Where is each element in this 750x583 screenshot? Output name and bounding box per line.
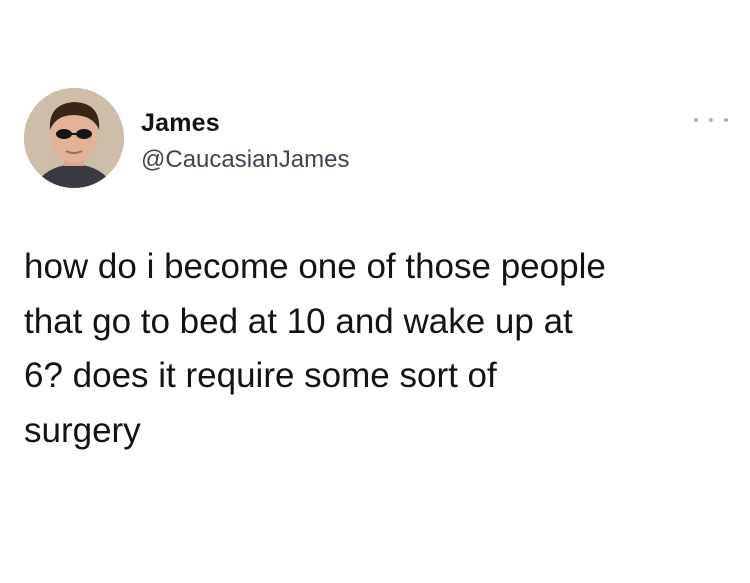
dot [724, 118, 728, 122]
display-name[interactable]: James [141, 108, 220, 138]
avatar[interactable] [24, 88, 124, 188]
dot [709, 118, 713, 122]
user-handle[interactable]: @CaucasianJames [141, 145, 349, 175]
tweet-card: James @CaucasianJames how do i become on… [0, 0, 750, 583]
profile-photo-icon [24, 88, 124, 188]
dot [694, 118, 698, 122]
more-options-icon[interactable] [694, 112, 728, 128]
tweet-text: how do i become one of those people that… [24, 247, 606, 450]
